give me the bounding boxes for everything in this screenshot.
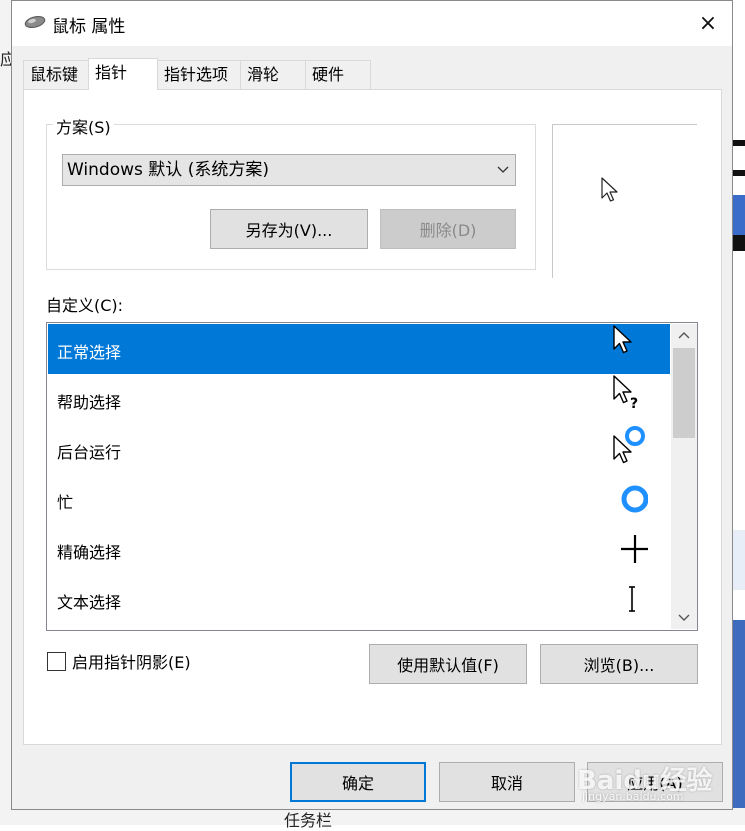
save-as-label: 另存为(V)... xyxy=(245,221,333,240)
delete-label: 删除(D) xyxy=(419,221,477,240)
browse-label: 浏览(B)... xyxy=(583,656,655,675)
tab-pointers[interactable]: 指针 xyxy=(88,58,158,90)
tab-label: 硬件 xyxy=(312,65,345,84)
tab-label: 指针 xyxy=(95,63,128,82)
list-item-precision-select[interactable]: 精确选择 xyxy=(48,524,670,574)
ok-button[interactable]: 确定 xyxy=(290,762,426,802)
list-item-text-select[interactable]: 文本选择 xyxy=(48,574,670,624)
cursor-list[interactable]: 正常选择 帮助选择 ? 后台运行 忙 精确选择 文本选择 xyxy=(46,322,698,631)
background-window-bottom xyxy=(0,808,745,825)
scheme-selected-value: Windows 默认 (系统方案) xyxy=(67,160,269,180)
use-default-label: 使用默认值(F) xyxy=(397,656,499,675)
list-item-label: 正常选择 xyxy=(57,343,122,362)
list-item-help-select[interactable]: 帮助选择 ? xyxy=(48,374,670,424)
help-cursor-icon: ? xyxy=(613,375,638,412)
window-title: 鼠标 属性 xyxy=(52,17,126,37)
close-icon: × xyxy=(698,11,718,36)
scheme-group-label: 方案(S) xyxy=(53,114,114,138)
cancel-button[interactable]: 取消 xyxy=(439,762,575,802)
list-item-label: 忙 xyxy=(57,493,74,512)
background-window-right xyxy=(733,0,745,825)
close-button[interactable]: × xyxy=(684,1,732,46)
mouse-properties-dialog: 鼠标 属性 × 鼠标键 指针 指针选项 滑轮 硬件 方案(S) Windows … xyxy=(11,0,733,810)
list-item-normal-select[interactable]: 正常选择 xyxy=(48,324,670,374)
svg-text:?: ? xyxy=(630,396,638,412)
background-taskbar-text: 任务栏 xyxy=(284,811,333,830)
list-item-label: 精确选择 xyxy=(57,543,122,562)
scroll-up-icon[interactable] xyxy=(671,324,697,348)
busy-cursor-icon xyxy=(621,485,648,513)
mouse-icon xyxy=(24,16,46,28)
scheme-dropdown[interactable]: Windows 默认 (系统方案) xyxy=(62,154,516,186)
list-item-busy[interactable]: 忙 xyxy=(48,474,670,524)
cancel-label: 取消 xyxy=(490,774,523,793)
scroll-down-icon[interactable] xyxy=(671,605,697,629)
title-bar[interactable]: 鼠标 属性 × xyxy=(12,1,732,46)
arrow-cursor-icon xyxy=(613,325,632,354)
scrollbar-thumb[interactable] xyxy=(673,348,695,438)
list-item-working-in-background[interactable]: 后台运行 xyxy=(48,424,670,474)
use-default-button[interactable]: 使用默认值(F) xyxy=(369,644,527,684)
list-item-label: 文本选择 xyxy=(57,593,122,612)
tab-label: 鼠标键 xyxy=(30,65,79,84)
tab-wheel[interactable]: 滑轮 xyxy=(240,60,306,89)
pointers-tab-panel: 方案(S) Windows 默认 (系统方案) 另存为(V)... 删除(D) … xyxy=(23,89,722,745)
customize-label: 自定义(C): xyxy=(46,296,124,315)
baidu-watermark-url: jingyan.baidu.com xyxy=(582,790,684,803)
chevron-down-icon xyxy=(497,155,509,196)
tab-label: 指针选项 xyxy=(164,65,229,84)
list-item-label: 后台运行 xyxy=(57,443,122,462)
crosshair-cursor-icon xyxy=(621,535,648,563)
tab-buttons[interactable]: 鼠标键 xyxy=(23,60,89,89)
tab-label: 滑轮 xyxy=(247,65,280,84)
tab-hardware[interactable]: 硬件 xyxy=(305,60,371,89)
delete-button[interactable]: 删除(D) xyxy=(380,209,516,249)
browse-button[interactable]: 浏览(B)... xyxy=(540,644,698,684)
save-as-button[interactable]: 另存为(V)... xyxy=(210,209,368,249)
list-item-label: 帮助选择 xyxy=(57,393,122,412)
ok-label: 确定 xyxy=(341,774,374,793)
tab-pointer-options[interactable]: 指针选项 xyxy=(157,60,241,89)
enable-pointer-shadow-label: 启用指针阴影(E) xyxy=(72,653,191,672)
cursor-preview xyxy=(552,124,697,278)
working-in-background-cursor-icon xyxy=(613,425,646,464)
arrow-cursor-icon xyxy=(601,177,618,202)
enable-pointer-shadow-checkbox[interactable] xyxy=(47,652,66,671)
text-beam-cursor-icon xyxy=(629,586,635,612)
list-scrollbar[interactable] xyxy=(671,324,697,629)
